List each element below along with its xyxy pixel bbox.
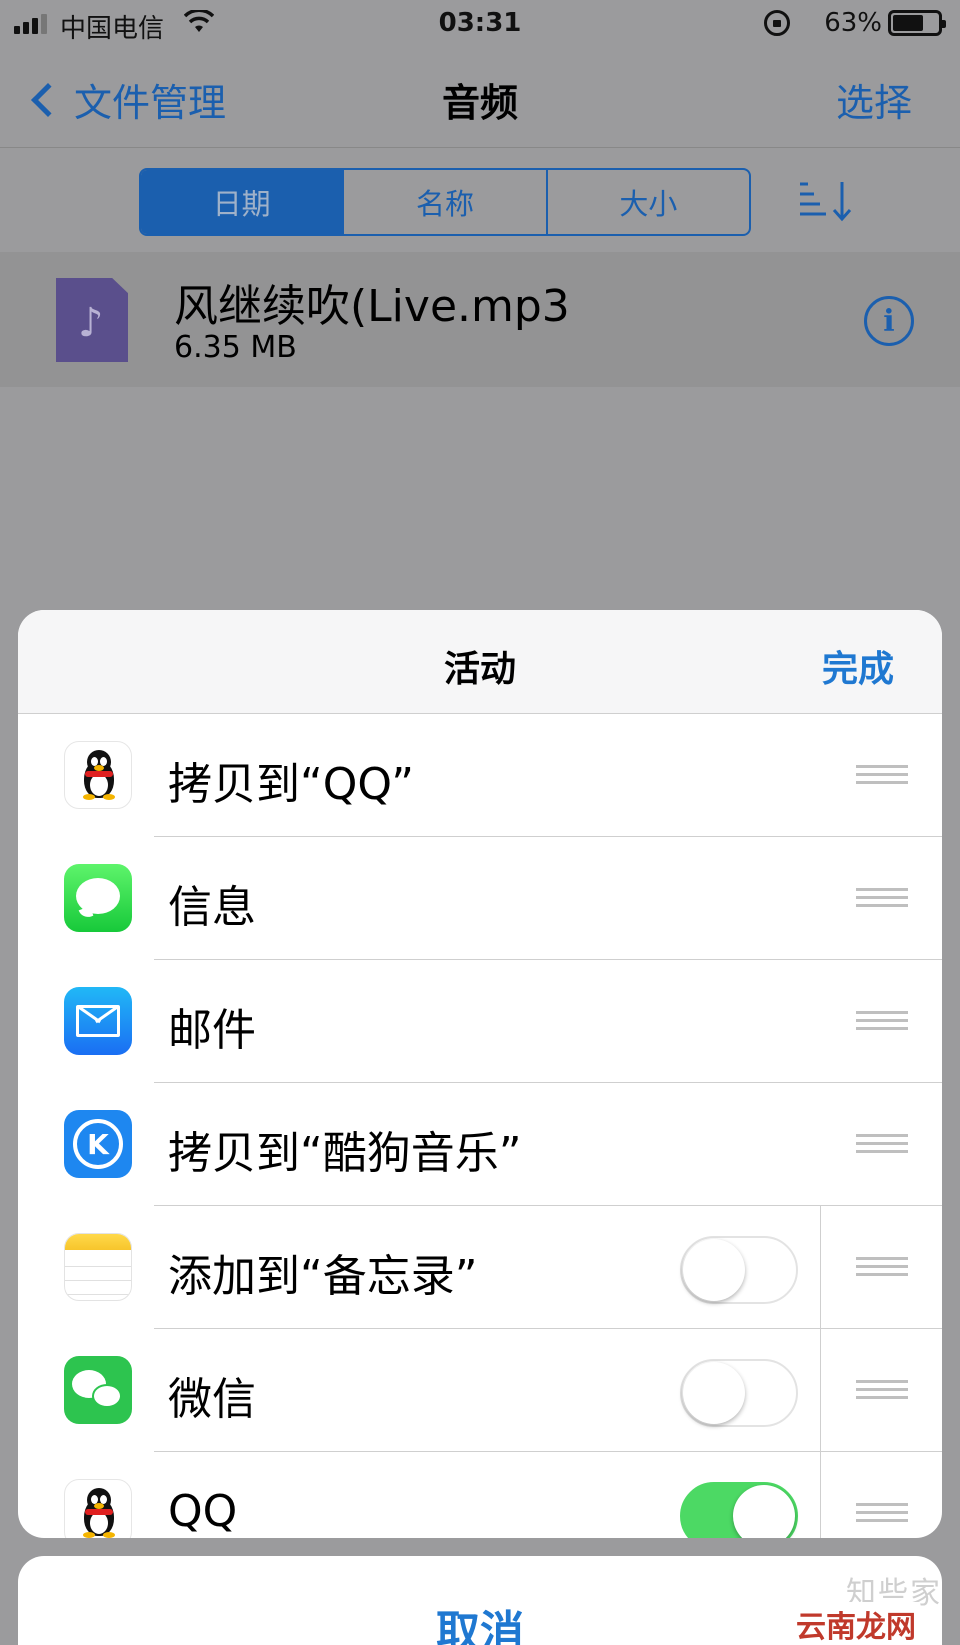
kugou-icon: K xyxy=(64,1110,132,1178)
divider xyxy=(820,1452,821,1538)
file-name: 风继续吹(Live.mp3 xyxy=(174,281,570,332)
divider xyxy=(820,1206,821,1329)
sort-segmented-control: 日期 名称 大小 xyxy=(139,168,751,236)
activity-row-qq[interactable]: QQ xyxy=(18,1452,942,1538)
activity-label: 拷贝到“酷狗音乐” xyxy=(168,1128,522,1179)
activity-label: 信息 xyxy=(168,882,256,933)
reorder-handle-icon[interactable] xyxy=(856,1011,908,1031)
reorder-handle-icon[interactable] xyxy=(856,1257,908,1277)
activities-sheet: 活动 完成 拷贝到“QQ” 信息 邮件 K 拷贝到“酷狗音乐” 添加到“备忘录”… xyxy=(18,610,942,1538)
notes-toggle[interactable] xyxy=(680,1236,798,1304)
activity-row-wechat[interactable]: 微信 xyxy=(18,1329,942,1452)
page-title: 音频 xyxy=(441,81,518,125)
activity-row-mail[interactable]: 邮件 xyxy=(18,960,942,1083)
audio-file-icon: ♪ xyxy=(56,278,128,362)
activity-label: QQ xyxy=(168,1486,238,1537)
activity-label: 邮件 xyxy=(168,1005,256,1056)
reorder-handle-icon[interactable] xyxy=(856,888,908,908)
qq-icon xyxy=(64,741,132,809)
sort-order-icon[interactable] xyxy=(796,178,858,224)
info-icon[interactable]: i xyxy=(864,296,914,346)
activity-row-add-to-notes[interactable]: 添加到“备忘录” xyxy=(18,1206,942,1329)
qq-icon xyxy=(64,1479,132,1538)
reorder-handle-icon[interactable] xyxy=(856,1380,908,1400)
reorder-handle-icon[interactable] xyxy=(856,765,908,785)
sort-tab-date[interactable]: 日期 xyxy=(141,170,345,234)
activity-row-messages[interactable]: 信息 xyxy=(18,837,942,960)
sheet-title: 活动 xyxy=(443,649,516,690)
clock: 03:31 xyxy=(438,8,522,38)
select-button[interactable]: 选择 xyxy=(836,72,912,127)
wechat-toggle[interactable] xyxy=(680,1359,798,1427)
qq-toggle[interactable] xyxy=(680,1482,798,1538)
reorder-handle-icon[interactable] xyxy=(856,1134,908,1154)
wechat-icon xyxy=(64,1356,132,1424)
sheet-header: 活动 完成 xyxy=(18,610,942,714)
file-list-item[interactable]: ♪ 风继续吹(Live.mp3 6.35 MB i xyxy=(0,252,960,387)
activity-label: 微信 xyxy=(168,1374,256,1425)
navigation-bar: 文件管理 音频 选择 xyxy=(0,48,960,148)
activity-row-copy-to-qq[interactable]: 拷贝到“QQ” xyxy=(18,714,942,837)
divider xyxy=(820,1329,821,1452)
sort-tab-size[interactable]: 大小 xyxy=(548,170,749,234)
reorder-handle-icon[interactable] xyxy=(856,1503,908,1523)
activity-label: 拷贝到“QQ” xyxy=(168,759,415,810)
done-button[interactable]: 完成 xyxy=(822,640,894,692)
notes-icon xyxy=(64,1233,132,1301)
activity-label: 添加到“备忘录” xyxy=(168,1251,478,1302)
messages-icon xyxy=(64,864,132,932)
activity-row-copy-to-kugou[interactable]: K 拷贝到“酷狗音乐” xyxy=(18,1083,942,1206)
sort-tab-name[interactable]: 名称 xyxy=(344,170,548,234)
mail-icon xyxy=(64,987,132,1055)
rotation-lock-icon xyxy=(764,10,790,36)
status-bar: 中国电信 03:31 63% xyxy=(0,0,960,48)
watermark: 云南龙网 xyxy=(792,1602,920,1645)
battery-percent: 63% xyxy=(824,8,882,38)
file-size: 6.35 MB xyxy=(174,330,297,365)
battery-icon xyxy=(888,10,946,36)
